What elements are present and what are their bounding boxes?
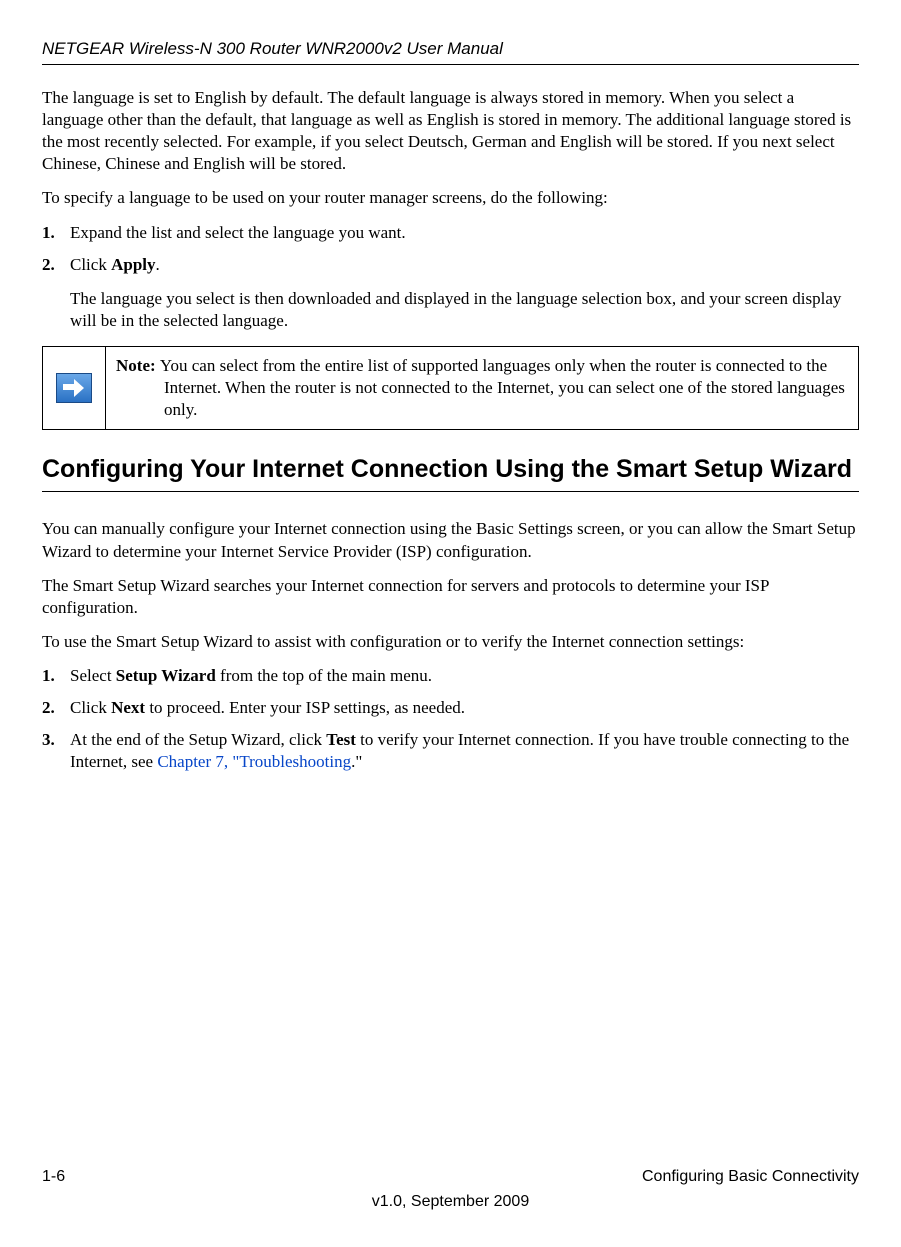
page-footer: 1-6 Configuring Basic Connectivity v1.0,… [42,1167,859,1213]
note-icon-cell [43,347,106,429]
list-item: 2. Click Apply. [42,254,859,276]
page-container: NETGEAR Wireless-N 300 Router WNR2000v2 … [0,0,901,1247]
running-header: NETGEAR Wireless-N 300 Router WNR2000v2 … [42,38,859,65]
next-label: Next [111,698,145,717]
step-post: to proceed. Enter your ISP settings, as … [145,698,465,717]
step-number: 1. [42,665,70,687]
footer-version: v1.0, September 2009 [42,1192,859,1213]
step-number: 1. [42,222,70,244]
apply-label: Apply [111,255,155,274]
footer-row: 1-6 Configuring Basic Connectivity [42,1167,859,1188]
step-post: from the top of the main menu. [216,666,432,685]
section-heading: Configuring Your Internet Connection Usi… [42,454,859,492]
step-pre: Select [70,666,116,685]
step-pre: Click [70,698,111,717]
step-text: Select Setup Wizard from the top of the … [70,665,859,687]
header-title: NETGEAR Wireless-N 300 Router WNR2000v2 … [42,39,503,58]
list-item: 1. Expand the list and select the langua… [42,222,859,244]
step-post: . [156,255,160,274]
intro-paragraph: The language is set to English by defaul… [42,87,859,175]
language-instruction: To specify a language to be used on your… [42,187,859,209]
arrow-right-icon [56,373,92,403]
step-number: 2. [42,254,70,276]
step-pre: Click [70,255,111,274]
note-body: You can select from the entire list of s… [160,356,845,419]
wizard-p2: The Smart Setup Wizard searches your Int… [42,575,859,619]
list-item: 1. Select Setup Wizard from the top of t… [42,665,859,687]
test-label: Test [326,730,356,749]
step-text: At the end of the Setup Wizard, click Te… [70,729,859,773]
step-text: Click Next to proceed. Enter your ISP se… [70,697,859,719]
page-number: 1-6 [42,1167,65,1188]
step-tail: ." [351,752,362,771]
step-text: Expand the list and select the language … [70,222,859,244]
note-callout: Note: You can select from the entire lis… [42,346,859,430]
note-text-cell: Note: You can select from the entire lis… [106,347,858,429]
step-text: Click Apply. [70,254,859,276]
list-item: 3. At the end of the Setup Wizard, click… [42,729,859,773]
wizard-p3: To use the Smart Setup Wizard to assist … [42,631,859,653]
wizard-steps-list: 1. Select Setup Wizard from the top of t… [42,665,859,773]
language-steps-list: 1. Expand the list and select the langua… [42,222,859,276]
troubleshooting-link[interactable]: Chapter 7, "Troubleshooting [157,752,351,771]
note-label: Note: [116,356,160,375]
step-number: 3. [42,729,70,773]
wizard-p1: You can manually configure your Internet… [42,518,859,562]
setup-wizard-label: Setup Wizard [116,666,216,685]
note-content: Note: You can select from the entire lis… [116,355,848,421]
list-item: 2. Click Next to proceed. Enter your ISP… [42,697,859,719]
language-result: The language you select is then download… [70,288,859,332]
step-number: 2. [42,697,70,719]
step-pre: At the end of the Setup Wizard, click [70,730,326,749]
chapter-title: Configuring Basic Connectivity [642,1167,859,1188]
